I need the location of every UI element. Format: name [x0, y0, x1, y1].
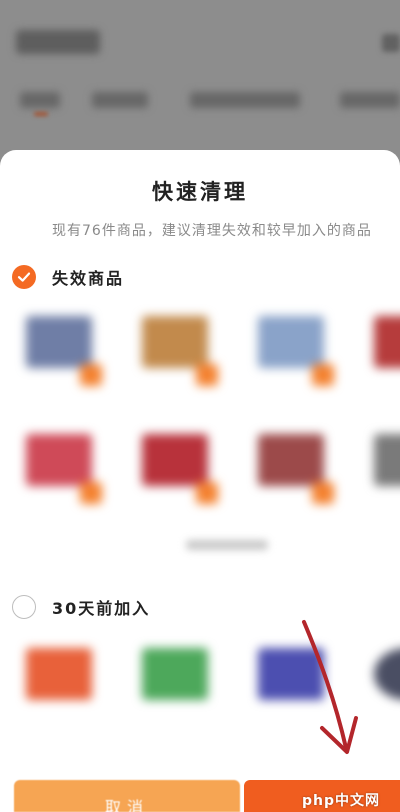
section-invalid-items[interactable]: 失效商品	[12, 264, 124, 290]
product-thumbnail[interactable]	[360, 632, 400, 732]
checked-icon[interactable]	[12, 265, 36, 289]
background-page	[0, 0, 400, 160]
background-tab	[340, 92, 400, 108]
product-thumbnail[interactable]	[244, 418, 344, 518]
background-title	[16, 30, 100, 54]
product-thumbnail[interactable]	[12, 632, 112, 732]
product-thumbnail[interactable]	[360, 300, 400, 400]
product-thumbnail[interactable]	[244, 300, 344, 400]
section-added-30-days-ago[interactable]: 30天前加入	[12, 594, 150, 620]
background-tab	[190, 92, 300, 108]
product-thumbnail[interactable]	[12, 418, 112, 518]
product-thumbnail[interactable]	[128, 632, 228, 732]
unchecked-icon[interactable]	[12, 595, 36, 619]
cancel-button[interactable]: 取消	[14, 780, 240, 812]
expand-more-hint	[186, 540, 268, 550]
product-thumbnail[interactable]	[128, 418, 228, 518]
product-thumbnail[interactable]	[244, 632, 344, 732]
background-menu-icon	[382, 34, 400, 52]
quick-clean-sheet: 快速清理 现有76件商品，建议清理失效和较早加入的商品 失效商品 30天前加入	[0, 150, 400, 812]
section-label: 30天前加入	[52, 599, 151, 618]
section-label: 失效商品	[52, 269, 125, 288]
background-tab-indicator	[34, 112, 48, 116]
dialog-title: 快速清理	[152, 180, 248, 204]
dialog-subtitle: 现有76件商品，建议清理失效和较早加入的商品	[52, 223, 372, 239]
product-thumbnail[interactable]	[360, 418, 400, 518]
product-thumbnail[interactable]	[12, 300, 112, 400]
product-thumbnail[interactable]	[128, 300, 228, 400]
background-tab	[92, 92, 148, 108]
watermark: php中文网	[302, 793, 381, 809]
background-tab	[20, 92, 60, 108]
